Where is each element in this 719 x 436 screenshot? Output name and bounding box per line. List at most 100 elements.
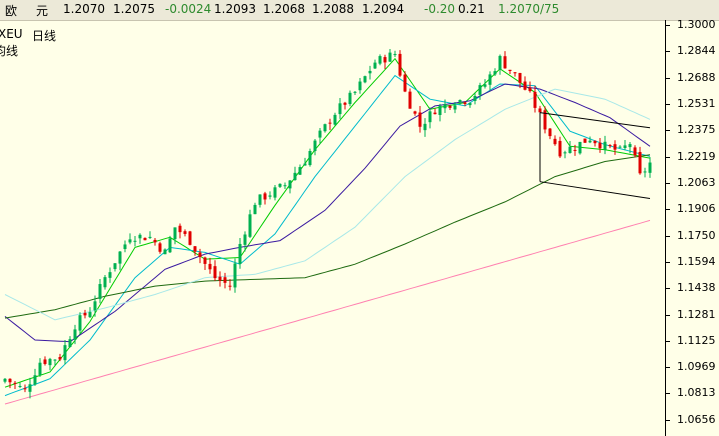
candle-body (278, 183, 282, 187)
candle-body (83, 312, 87, 316)
candle-body (433, 112, 437, 115)
candle-body (568, 146, 572, 154)
candle-body (73, 329, 77, 340)
candle-body (483, 84, 487, 87)
y-tick-label: 1.2375 (677, 123, 716, 137)
price-chart[interactable] (0, 20, 665, 436)
indicator-label: 均线 (0, 44, 19, 58)
quote-high2: 1.2088 (312, 2, 354, 16)
candle-body (213, 266, 217, 279)
candle-body (113, 263, 117, 270)
chart-window: 欧 元 1.2070 1.2075 -0.0024 1.2093 1.2068 … (0, 0, 719, 436)
candle-body (233, 263, 237, 288)
candle-body (253, 204, 257, 215)
candle-body (28, 384, 32, 392)
candle-body (373, 62, 377, 69)
moving-average-line (4, 57, 651, 388)
candle-body (248, 214, 252, 237)
candle-body (308, 150, 312, 166)
candle-body (8, 378, 12, 383)
candle-body (548, 128, 552, 137)
candle-body (363, 76, 367, 83)
candle-body (503, 56, 507, 69)
quote-bid-ask: 1.2070/75 (498, 2, 560, 16)
y-tick-label: 1.3000 (677, 18, 716, 32)
candle-body (158, 243, 162, 252)
candle-body (413, 111, 417, 114)
candle-body (263, 193, 267, 200)
candle-body (178, 225, 182, 233)
candle-body (128, 239, 132, 243)
candle-body (93, 301, 97, 311)
candle-body (458, 99, 462, 103)
candle-body (48, 358, 52, 366)
y-tick-mark (665, 235, 670, 237)
y-tick-mark (665, 393, 670, 395)
candle-body (33, 375, 37, 385)
candle-body (613, 144, 617, 150)
candle-body (643, 171, 647, 173)
candle-body (323, 124, 327, 132)
candle-body (388, 52, 392, 62)
candle-body (583, 138, 587, 143)
y-tick-mark (665, 77, 670, 79)
quote-open: 1.2070 (63, 2, 105, 16)
candle-body (393, 54, 397, 56)
candle-body (628, 144, 632, 148)
candle-body (53, 359, 57, 361)
candle-body (3, 378, 7, 382)
y-tick-label: 1.2531 (677, 97, 716, 111)
y-tick-label: 1.2844 (677, 44, 716, 58)
y-tick-label: 1.1594 (677, 254, 716, 268)
candle-body (403, 74, 407, 92)
candle-body (453, 105, 457, 110)
candle-body (593, 140, 597, 144)
candle-body (163, 249, 167, 255)
candle-body (68, 339, 72, 347)
candle-body (43, 359, 47, 364)
candle-body (183, 231, 187, 234)
y-tick-mark (665, 130, 670, 132)
candle-body (378, 56, 382, 64)
candle-body (633, 147, 637, 156)
candle-body (553, 138, 557, 145)
y-tick-mark (665, 182, 670, 184)
candle-body (383, 57, 387, 63)
candle-body (143, 237, 147, 241)
candle-body (528, 87, 532, 92)
candle-body (188, 231, 192, 245)
candle-body (78, 315, 82, 331)
candle-body (623, 145, 627, 149)
candle-body (193, 246, 197, 252)
candle-body (338, 103, 342, 115)
y-tick-mark (665, 314, 670, 316)
candle-body (218, 276, 222, 281)
candle-body (408, 91, 412, 109)
y-tick-mark (665, 367, 670, 369)
y-tick-mark (665, 209, 670, 211)
candle-body (368, 70, 372, 74)
moving-average-line (4, 88, 651, 321)
candle-body (243, 234, 247, 245)
candle-body (203, 257, 207, 264)
candle-body (573, 149, 577, 151)
moving-average-line (4, 154, 651, 319)
y-tick-label: 1.0656 (677, 412, 716, 426)
quote-high1: 1.2093 (214, 2, 256, 16)
y-tick-label: 1.1438 (677, 281, 716, 295)
candle-body (608, 145, 612, 147)
candle-body (288, 180, 292, 189)
candle-body (418, 112, 422, 127)
candle-body (108, 272, 112, 278)
y-tick-label: 1.1125 (677, 333, 716, 347)
y-tick-mark (665, 156, 670, 158)
moving-average-line (4, 74, 651, 397)
candle-body (618, 146, 622, 148)
candle-body (648, 162, 652, 173)
symbol-name-a: 欧 (5, 4, 18, 18)
candle-body (103, 277, 107, 288)
candle-body (443, 104, 447, 109)
candle-body (298, 167, 302, 175)
candle-body (358, 81, 362, 91)
candle-body (558, 140, 562, 157)
